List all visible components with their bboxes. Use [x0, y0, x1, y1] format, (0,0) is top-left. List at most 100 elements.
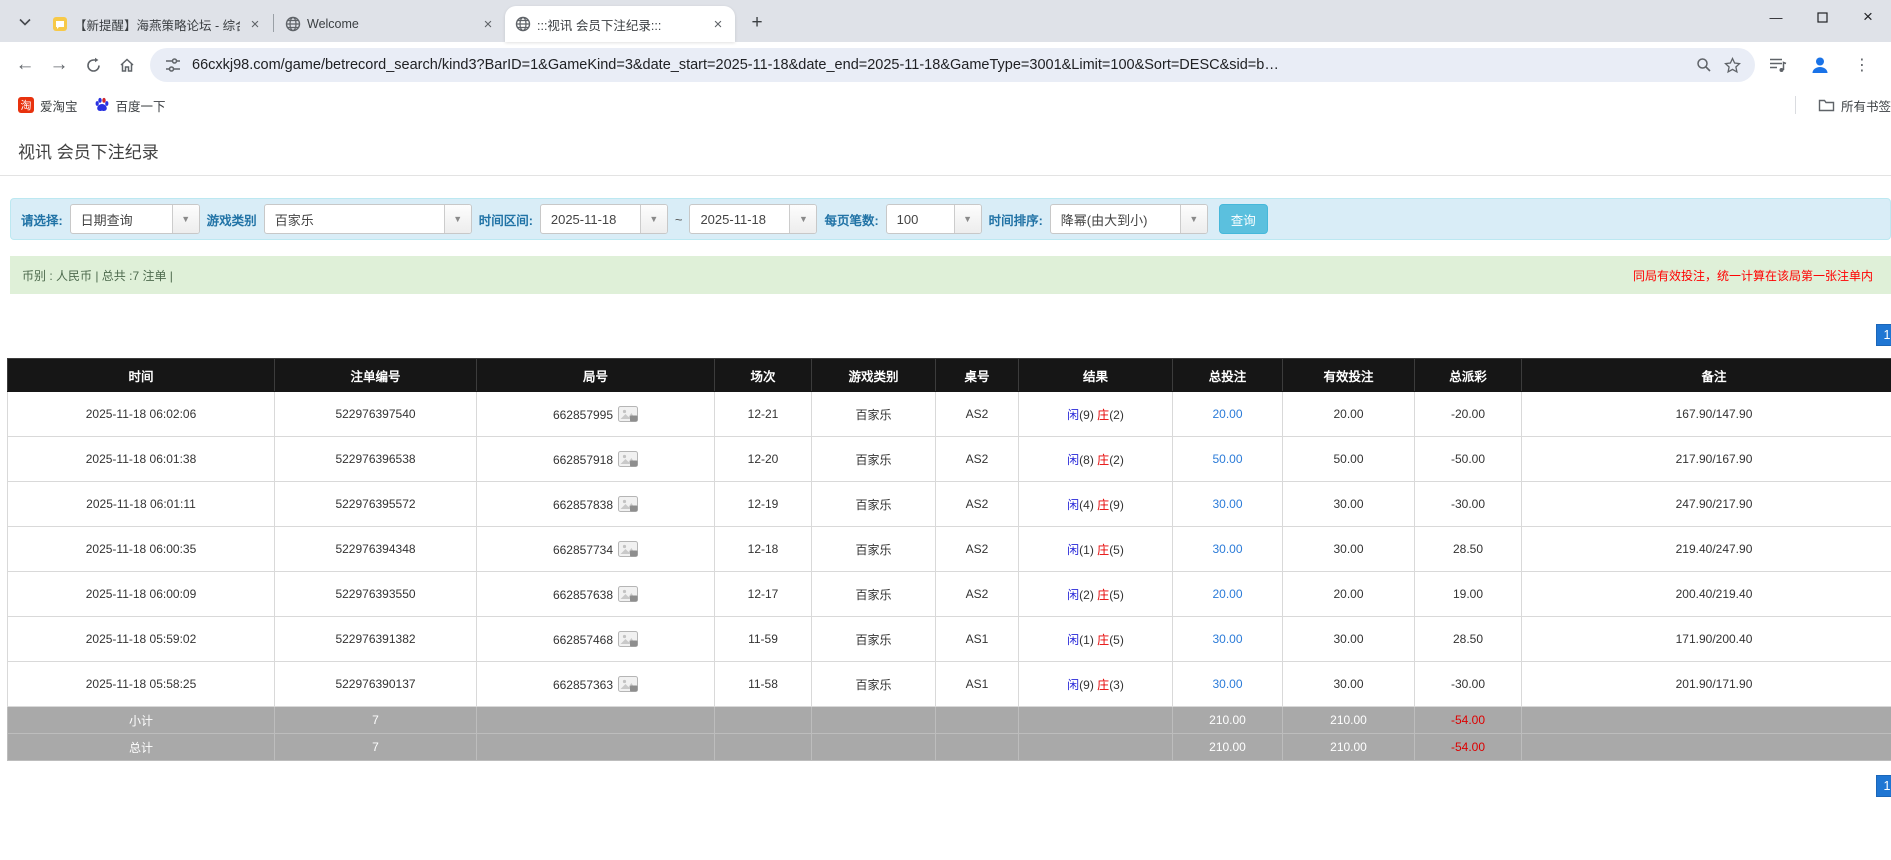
summary-label-cell: 总计	[7, 733, 275, 761]
round-media-icon[interactable]	[618, 496, 639, 512]
bookmarks-divider	[1794, 96, 1796, 114]
tab-bet-records-active[interactable]: :::视讯 会员下注纪录::: ×	[505, 6, 735, 42]
window-minimize-button[interactable]: —	[1753, 0, 1799, 34]
date-end-select[interactable]: 2025-11-18 ▼	[689, 204, 818, 234]
result-cell: 闲(4) 庄(9)	[1018, 481, 1173, 527]
total-bet-link[interactable]: 30.00	[1212, 497, 1242, 511]
total-bet-cell[interactable]: 20.00	[1172, 391, 1283, 437]
valid-bet-cell: 50.00	[1282, 436, 1415, 482]
summary-total-bet-cell: 210.00	[1172, 733, 1283, 761]
window-maximize-button[interactable]	[1799, 0, 1845, 34]
remark-cell: 167.90/147.90	[1521, 391, 1891, 437]
total-bet-link[interactable]: 30.00	[1212, 542, 1242, 556]
all-bookmarks-button[interactable]: 所有书签	[1810, 92, 1891, 119]
round-media-icon[interactable]	[618, 676, 639, 692]
summary-empty-cell	[935, 733, 1019, 761]
column-header: 总派彩	[1414, 358, 1522, 392]
table-row: 2025-11-18 06:02:06 522976397540 662857995…	[7, 391, 1891, 437]
summary-empty-cell	[1521, 706, 1891, 734]
summary-empty-cell	[1018, 706, 1173, 734]
summary-valid-bet-cell: 210.00	[1282, 706, 1415, 734]
valid-bet-cell: 30.00	[1282, 481, 1415, 527]
total-bet-link[interactable]: 20.00	[1212, 587, 1242, 601]
pagination-page-1[interactable]: 1	[1876, 775, 1891, 797]
total-bet-link[interactable]: 20.00	[1212, 407, 1242, 421]
table-number-cell: AS2	[935, 571, 1019, 617]
summary-payout-cell: -54.00	[1414, 706, 1522, 734]
tab-search-chevron-icon[interactable]	[10, 7, 40, 37]
back-icon[interactable]: ←	[8, 48, 42, 82]
total-bet-cell[interactable]: 30.00	[1172, 616, 1283, 662]
bet-id-cell: 522976394348	[274, 526, 477, 572]
summary-empty-cell	[714, 706, 812, 734]
game-kind-cell: 百家乐	[811, 391, 936, 437]
zoom-magnifier-icon[interactable]	[1693, 54, 1715, 76]
tab-close-icon[interactable]: ×	[709, 15, 727, 33]
table-row: 2025-11-18 06:00:09 522976393550 662857638…	[7, 571, 1891, 617]
date-end-value: 2025-11-18	[700, 211, 766, 227]
game-kind-cell: 百家乐	[811, 481, 936, 527]
address-bar[interactable]: 66cxkj98.com/game/betrecord_search/kind3…	[150, 48, 1755, 82]
chevron-down-icon: ▼	[789, 205, 817, 233]
round-media-icon[interactable]	[618, 541, 639, 557]
profile-avatar[interactable]	[1803, 48, 1837, 82]
browser-menu-dots-icon[interactable]: ⋮	[1845, 48, 1879, 82]
round-number: 662857638	[552, 588, 614, 602]
chevron-down-icon: ▼	[639, 205, 667, 233]
session-cell: 12-17	[714, 571, 812, 617]
chevron-down-icon: ▼	[1179, 205, 1207, 233]
pagination-page-1[interactable]: 1	[1876, 324, 1891, 346]
tab-close-icon[interactable]: ×	[246, 15, 264, 33]
total-bet-link[interactable]: 30.00	[1212, 632, 1242, 646]
tab-forum[interactable]: 【新提醒】海燕策略论坛 - 综合 ×	[42, 6, 272, 42]
new-tab-button[interactable]: +	[743, 9, 771, 37]
search-button[interactable]: 查询	[1218, 204, 1268, 234]
tab-title: Welcome	[307, 17, 359, 31]
game-kind-select[interactable]: 百家乐 ▼	[263, 204, 472, 234]
session-cell: 11-59	[714, 616, 812, 662]
result-cell: 闲(2) 庄(5)	[1018, 571, 1173, 617]
round-media-icon[interactable]	[618, 451, 639, 467]
payout-cell: -30.00	[1414, 481, 1522, 527]
total-bet-cell[interactable]: 20.00	[1172, 571, 1283, 617]
window-close-button[interactable]: ×	[1845, 0, 1891, 34]
session-cell: 12-18	[714, 526, 812, 572]
round-media-icon[interactable]	[618, 631, 639, 647]
bookmarks-bar: 淘 爱淘宝 百度一下 所有书签	[0, 88, 1891, 122]
url-text[interactable]: 66cxkj98.com/game/betrecord_search/kind3…	[192, 57, 1685, 73]
date-type-select[interactable]: 日期查询 ▼	[69, 204, 200, 234]
bookmark-baidu[interactable]: 百度一下	[86, 92, 174, 119]
date-type-value: 日期查询	[80, 212, 133, 228]
sort-select[interactable]: 降幂(由大到小) ▼	[1049, 204, 1208, 234]
column-header: 场次	[714, 358, 812, 392]
total-bet-cell[interactable]: 30.00	[1172, 661, 1283, 707]
per-page-select[interactable]: 100 ▼	[885, 204, 982, 234]
total-bet-link[interactable]: 30.00	[1212, 677, 1242, 691]
total-bet-cell[interactable]: 30.00	[1172, 481, 1283, 527]
forward-icon[interactable]: →	[42, 48, 76, 82]
table-number-cell: AS2	[935, 436, 1019, 482]
round-media-icon[interactable]	[618, 406, 639, 422]
home-icon[interactable]	[110, 48, 144, 82]
column-header: 备注	[1521, 358, 1891, 392]
table-number-cell: AS2	[935, 481, 1019, 527]
media-controls-icon[interactable]	[1761, 48, 1795, 82]
bookmark-aitaobao[interactable]: 淘 爱淘宝	[10, 92, 86, 119]
round-cell: 662857468	[476, 616, 715, 662]
reload-icon[interactable]	[76, 48, 110, 82]
round-media-icon[interactable]	[618, 586, 639, 602]
round-cell: 662857838	[476, 481, 715, 527]
bookmark-star-icon[interactable]	[1721, 54, 1743, 76]
total-bet-link[interactable]: 50.00	[1212, 452, 1242, 466]
table-header-row: 时间 注单编号 局号 场次 游戏类别 桌号 结果 总投注 有效投注 总派彩 备注	[7, 358, 1891, 392]
tab-welcome[interactable]: Welcome ×	[275, 6, 505, 42]
per-page-label: 每页笔数:	[824, 213, 879, 228]
summary-count-cell: 7	[274, 706, 477, 734]
total-bet-cell[interactable]: 30.00	[1172, 526, 1283, 572]
total-bet-cell[interactable]: 50.00	[1172, 436, 1283, 482]
column-header: 结果	[1018, 358, 1173, 392]
tab-close-icon[interactable]: ×	[479, 15, 497, 33]
valid-bet-cell: 30.00	[1282, 661, 1415, 707]
date-start-select[interactable]: 2025-11-18 ▼	[539, 204, 668, 234]
site-settings-tune-icon[interactable]	[162, 54, 184, 76]
